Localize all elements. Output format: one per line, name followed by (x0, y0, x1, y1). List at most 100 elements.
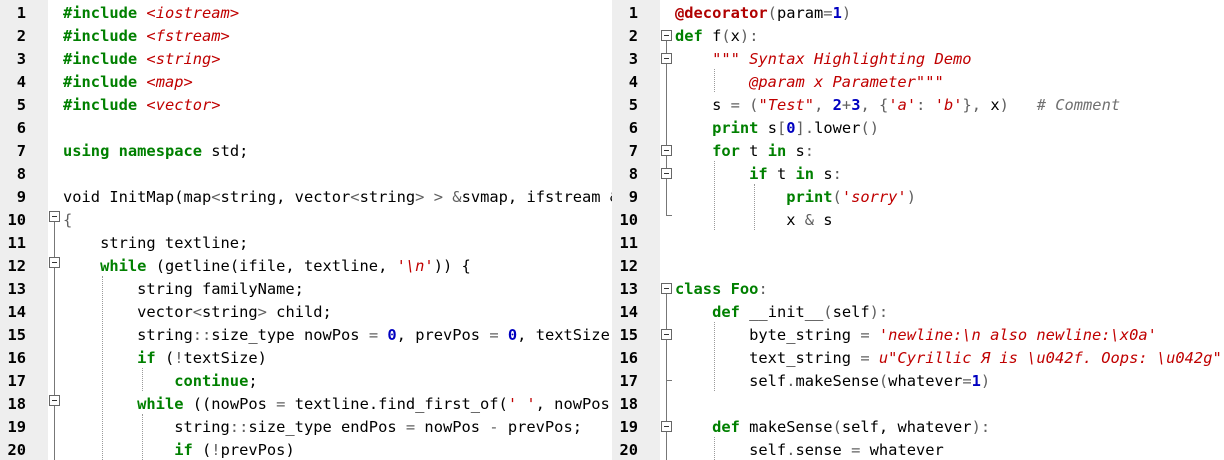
fold-toggle-icon[interactable] (661, 168, 672, 179)
code-line[interactable]: while (getline(ifile, textline, '\n')) { (63, 255, 612, 278)
code-token: def (675, 27, 703, 45)
code-line[interactable]: while ((nowPos = textline.find_first_of(… (63, 393, 612, 416)
code-token: ( (823, 303, 833, 321)
fold-toggle-icon[interactable] (661, 283, 672, 294)
code-line[interactable]: class Foo: (675, 278, 1222, 301)
code-token: > (257, 303, 267, 321)
line-number: 5 (628, 96, 638, 114)
code-line[interactable]: continue; (63, 370, 612, 393)
code-line[interactable]: """ Syntax Highlighting Demo (675, 48, 1222, 71)
code-line[interactable]: def __init__(self): (675, 301, 1222, 324)
fold-toggle-icon[interactable] (49, 257, 60, 268)
code-token: if (174, 441, 193, 459)
fold-toggle-icon[interactable] (661, 329, 672, 340)
fold-toggle-icon[interactable] (661, 53, 672, 64)
code-line[interactable]: def makeSense(self, whatever): (675, 416, 1222, 439)
code-token: ((nowPos (183, 395, 277, 413)
code-line[interactable]: #include <string> (63, 48, 612, 71)
line-number: 3 (628, 50, 638, 68)
code-line[interactable]: self.makeSense(whatever=1) (675, 370, 1222, 393)
code-token: 'newline:\n also newline:\x0a' (878, 326, 1157, 344)
code-token: for (712, 142, 740, 160)
fold-range-line (666, 294, 667, 460)
code-token: = (860, 326, 870, 344)
code-token: void InitMap(map (63, 188, 212, 206)
fold-toggle-icon[interactable] (661, 30, 672, 41)
code-line[interactable]: #include <vector> (63, 94, 612, 117)
code-line[interactable]: x & s (675, 209, 1222, 232)
line-number: 8 (16, 165, 26, 183)
code-line[interactable]: if t in s: (675, 163, 1222, 186)
code-line[interactable]: byte_string = 'newline:\n also newline:\… (675, 324, 1222, 347)
code-token: #include (63, 50, 138, 68)
code-line[interactable]: { (63, 209, 612, 232)
left-editor-pane[interactable]: 1 2 3 4 5 6 7 8 9 10 11 12 13 14 15 16 17 18 19 20 #include… (0, 0, 612, 460)
line-number: 16 (7, 349, 26, 367)
code-line[interactable]: s = ("Test", 2+3, {'a': 'b'}, x) # Comme… (675, 94, 1222, 117)
code-line[interactable]: text_string = u"Cyrillic Я is \u042f. Oo… (675, 347, 1222, 370)
line-number: 15 (619, 326, 638, 344)
code-line[interactable]: if (!prevPos) (63, 439, 612, 460)
code-line[interactable]: void InitMap(map<string, vector<string> … (63, 186, 612, 209)
code-line[interactable]: #include <fstream> (63, 25, 612, 48)
code-line[interactable]: vector<string> child; (63, 301, 612, 324)
code-line[interactable] (675, 232, 1222, 255)
code-line[interactable]: #include <iostream> (63, 2, 612, 25)
code-token: ( (721, 27, 731, 45)
code-line[interactable]: using namespace std; (63, 140, 612, 163)
code-token: ( (832, 188, 842, 206)
line-number: 17 (619, 372, 638, 390)
fold-toggle-icon[interactable] (661, 421, 672, 432)
code-token: s (675, 96, 731, 114)
code-token: 1 (832, 4, 842, 22)
code-line[interactable]: def f(x): (675, 25, 1222, 48)
line-number: 20 (7, 441, 26, 459)
code-line[interactable]: string textline; (63, 232, 612, 255)
line-number: 18 (7, 395, 26, 413)
code-line[interactable]: string::size_type nowPos = 0, prevPos = … (63, 324, 612, 347)
code-token: whatever (888, 372, 963, 390)
fold-range-line (666, 41, 667, 215)
fold-toggle-icon[interactable] (49, 395, 60, 406)
code-line[interactable] (63, 163, 612, 186)
right-code-area[interactable]: @decorator(param=1) def f(x): """ Syntax … (675, 2, 1222, 460)
code-line[interactable]: print('sorry') (675, 186, 1222, 209)
code-line[interactable] (675, 393, 1222, 416)
code-line[interactable]: print s[0].lower() (675, 117, 1222, 140)
code-line[interactable]: @decorator(param=1) (675, 2, 1222, 25)
code-line[interactable]: string familyName; (63, 278, 612, 301)
code-token: , prevPos (396, 326, 490, 344)
code-token: [ (776, 119, 787, 137)
line-number: 13 (619, 280, 638, 298)
code-token: = (368, 326, 379, 344)
code-token: f (702, 27, 722, 45)
code-line[interactable]: @param x Parameter""" (675, 71, 1222, 94)
code-token: nowPos (415, 418, 490, 436)
code-line[interactable]: for t in s: (675, 140, 1222, 163)
code-token: { (879, 96, 889, 114)
code-line[interactable] (675, 255, 1222, 278)
code-token: ( (767, 4, 777, 22)
code-token: = (851, 441, 861, 459)
code-token: = (730, 96, 740, 114)
line-number: 2 (16, 27, 26, 45)
code-line[interactable]: #include <map> (63, 71, 612, 94)
code-line[interactable]: string::size_type endPos = nowPos - prev… (63, 416, 612, 439)
code-line[interactable] (63, 117, 612, 140)
code-token: prevPos) (220, 441, 295, 459)
fold-toggle-icon[interactable] (661, 145, 672, 156)
fold-toggle-icon[interactable] (49, 211, 60, 222)
right-editor-pane[interactable]: 1 2 3 4 5 6 7 8 9 10 11 12 13 14 15 16 17 18 19 20 @decorat… (612, 0, 1224, 460)
code-token: __init__ (739, 303, 824, 321)
code-line[interactable]: if (!textSize) (63, 347, 612, 370)
code-line[interactable]: self.sense = whatever (675, 439, 1222, 460)
code-token: string (63, 418, 230, 436)
code-token: sense (795, 441, 852, 459)
left-code-area[interactable]: #include <iostream> #include <fstream> #in… (63, 2, 612, 460)
